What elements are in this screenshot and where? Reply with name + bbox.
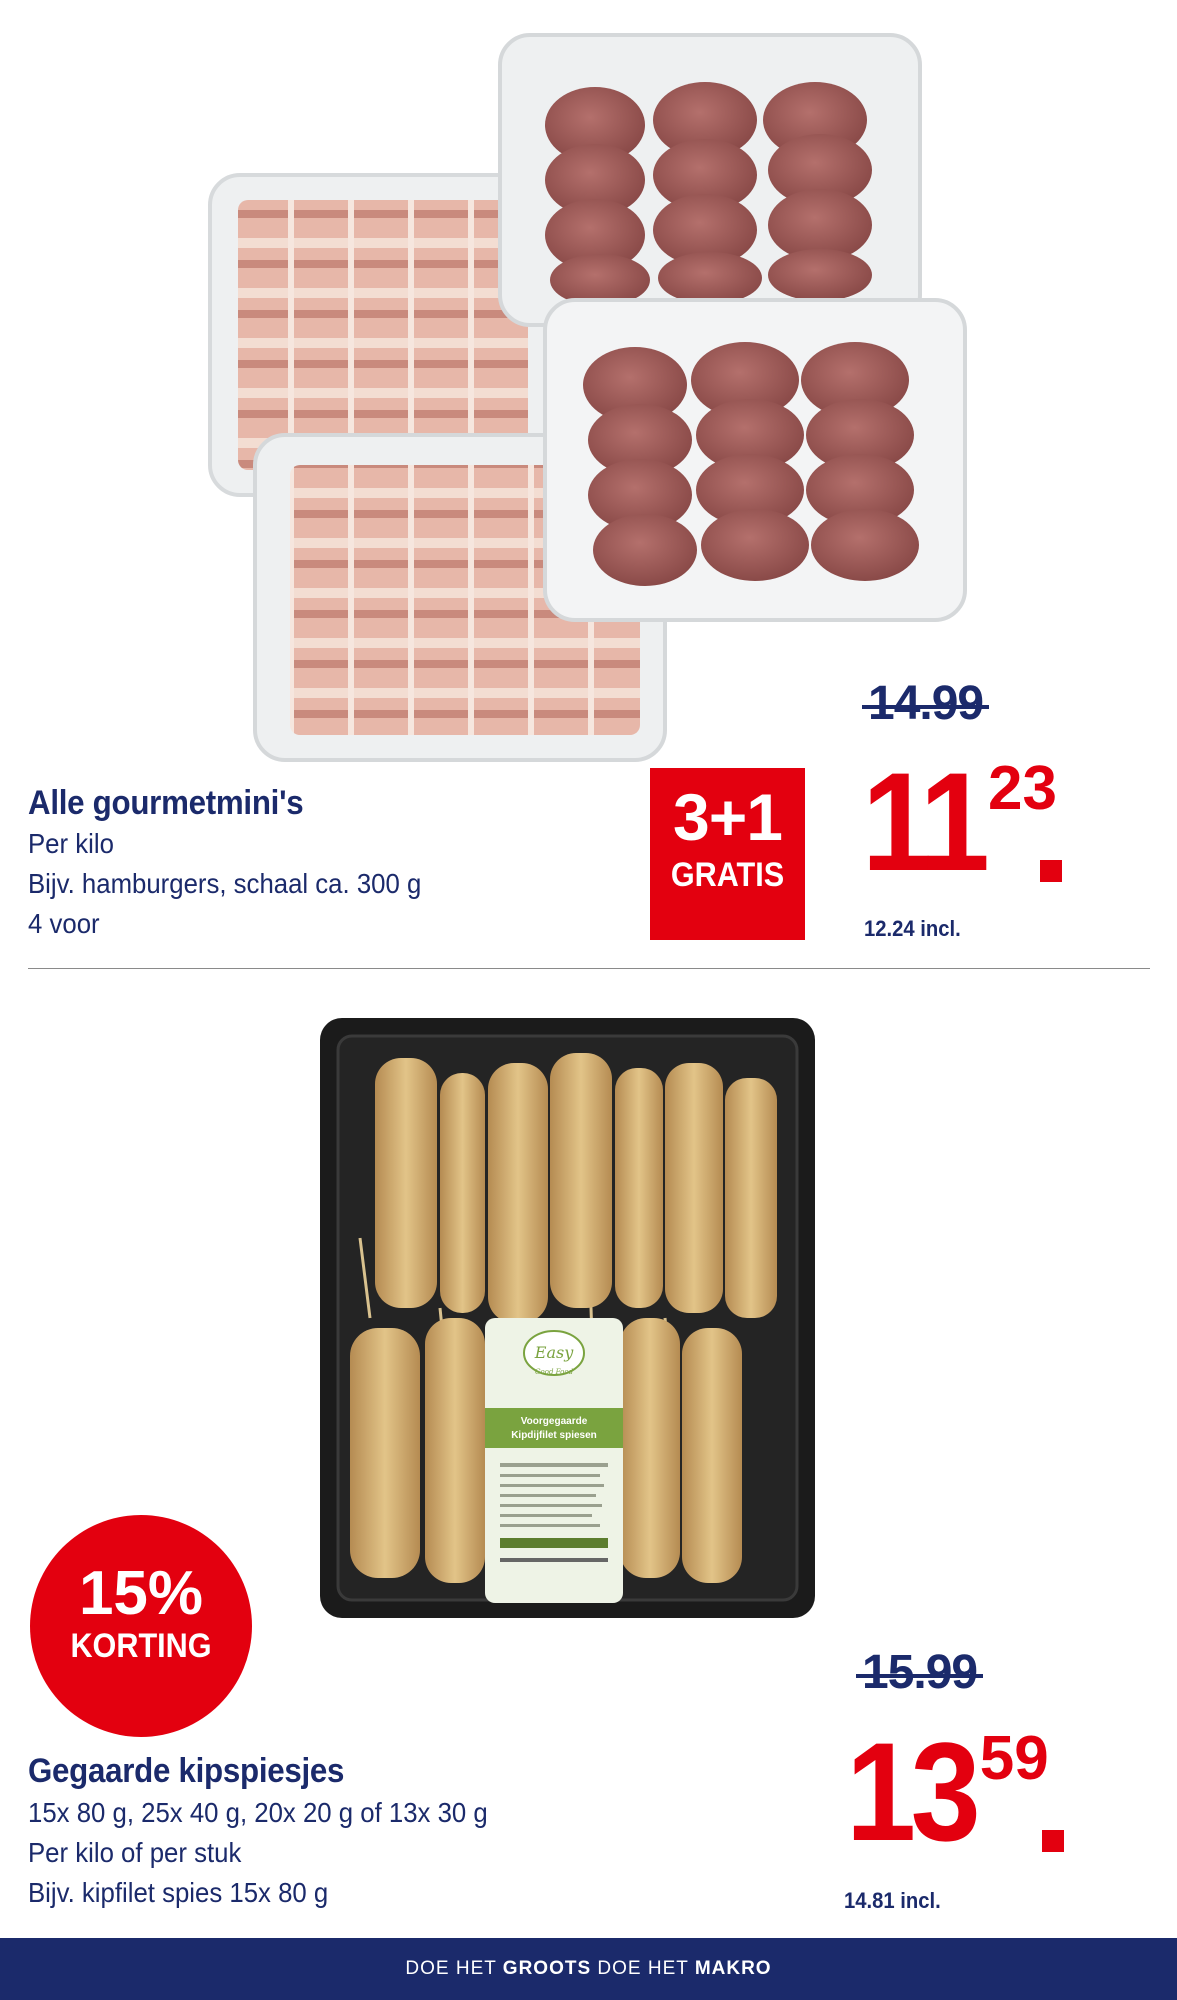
promo-badge-korting: 15% KORTING <box>30 1515 252 1737</box>
discount-percent: 15% <box>78 1559 204 1628</box>
old-price: 14.99 <box>861 677 990 730</box>
promo-badge-sub: GRATIS <box>670 856 785 894</box>
promo-badge-3plus1: 3+1 GRATIS <box>650 768 805 940</box>
current-price: 1359 <box>846 1722 1156 1872</box>
current-price: 1123 <box>862 752 1162 902</box>
slogan-part: DOE HET <box>405 1958 497 1979</box>
price-integer: 11 <box>862 743 990 900</box>
product-detail: 15x 80 g, 25x 40 g, 20x 20 g of 13x 30 g <box>28 1797 488 1828</box>
price-decimal: 23 <box>988 754 1057 823</box>
slogan-part: DOE HET <box>597 1958 689 1979</box>
product-title: Gegaarde kipspiesjes <box>28 1752 345 1790</box>
footer-slogan: DOE HET GROOTS DOE HET MAKRO <box>0 1938 1177 2000</box>
package-name-1: Voorgegaarde <box>521 1416 588 1427</box>
old-price: 15.99 <box>855 1646 984 1699</box>
price-incl-vat: 14.81 incl. <box>844 1888 941 1913</box>
package-brand: Easy <box>534 1343 574 1362</box>
price-incl-vat: 12.24 incl. <box>864 916 961 941</box>
price-dot <box>1042 1830 1064 1852</box>
promo-badge-main: 3+1 <box>673 780 783 854</box>
chicken-skewers-tray-image: Easy Good Food Voorgegaarde Kipdijfilet … <box>320 1018 815 1618</box>
price-dot <box>1040 860 1062 882</box>
product-detail: Bijv. hamburgers, schaal ca. 300 g <box>28 868 422 899</box>
package-brand-sub: Good Food <box>535 1368 574 1376</box>
section-divider <box>28 968 1150 969</box>
product-detail: 4 voor <box>28 908 100 939</box>
discount-label: KORTING <box>70 1627 212 1665</box>
product-detail: Per kilo <box>28 828 114 859</box>
product-detail: Per kilo of per stuk <box>28 1837 242 1868</box>
package-name-2: Kipdijfilet spiesen <box>511 1430 597 1441</box>
slogan-emphasis: GROOTS <box>502 1958 592 1979</box>
product-title: Alle gourmetmini's <box>28 784 304 822</box>
product-detail: Bijv. kipfilet spies 15x 80 g <box>28 1877 329 1908</box>
gourmet-meat-trays-image <box>208 33 967 762</box>
slogan-emphasis: MAKRO <box>694 1958 772 1979</box>
price-decimal: 59 <box>979 1724 1049 1793</box>
price-integer: 13 <box>846 1713 981 1870</box>
